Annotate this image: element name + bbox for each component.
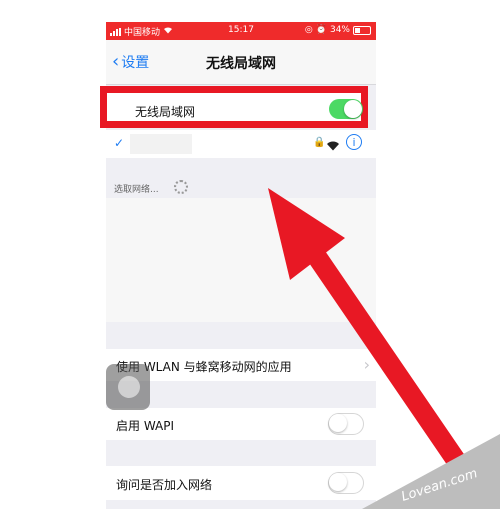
arrow-shaft bbox=[290, 222, 485, 498]
annotation-arrow bbox=[268, 188, 485, 498]
